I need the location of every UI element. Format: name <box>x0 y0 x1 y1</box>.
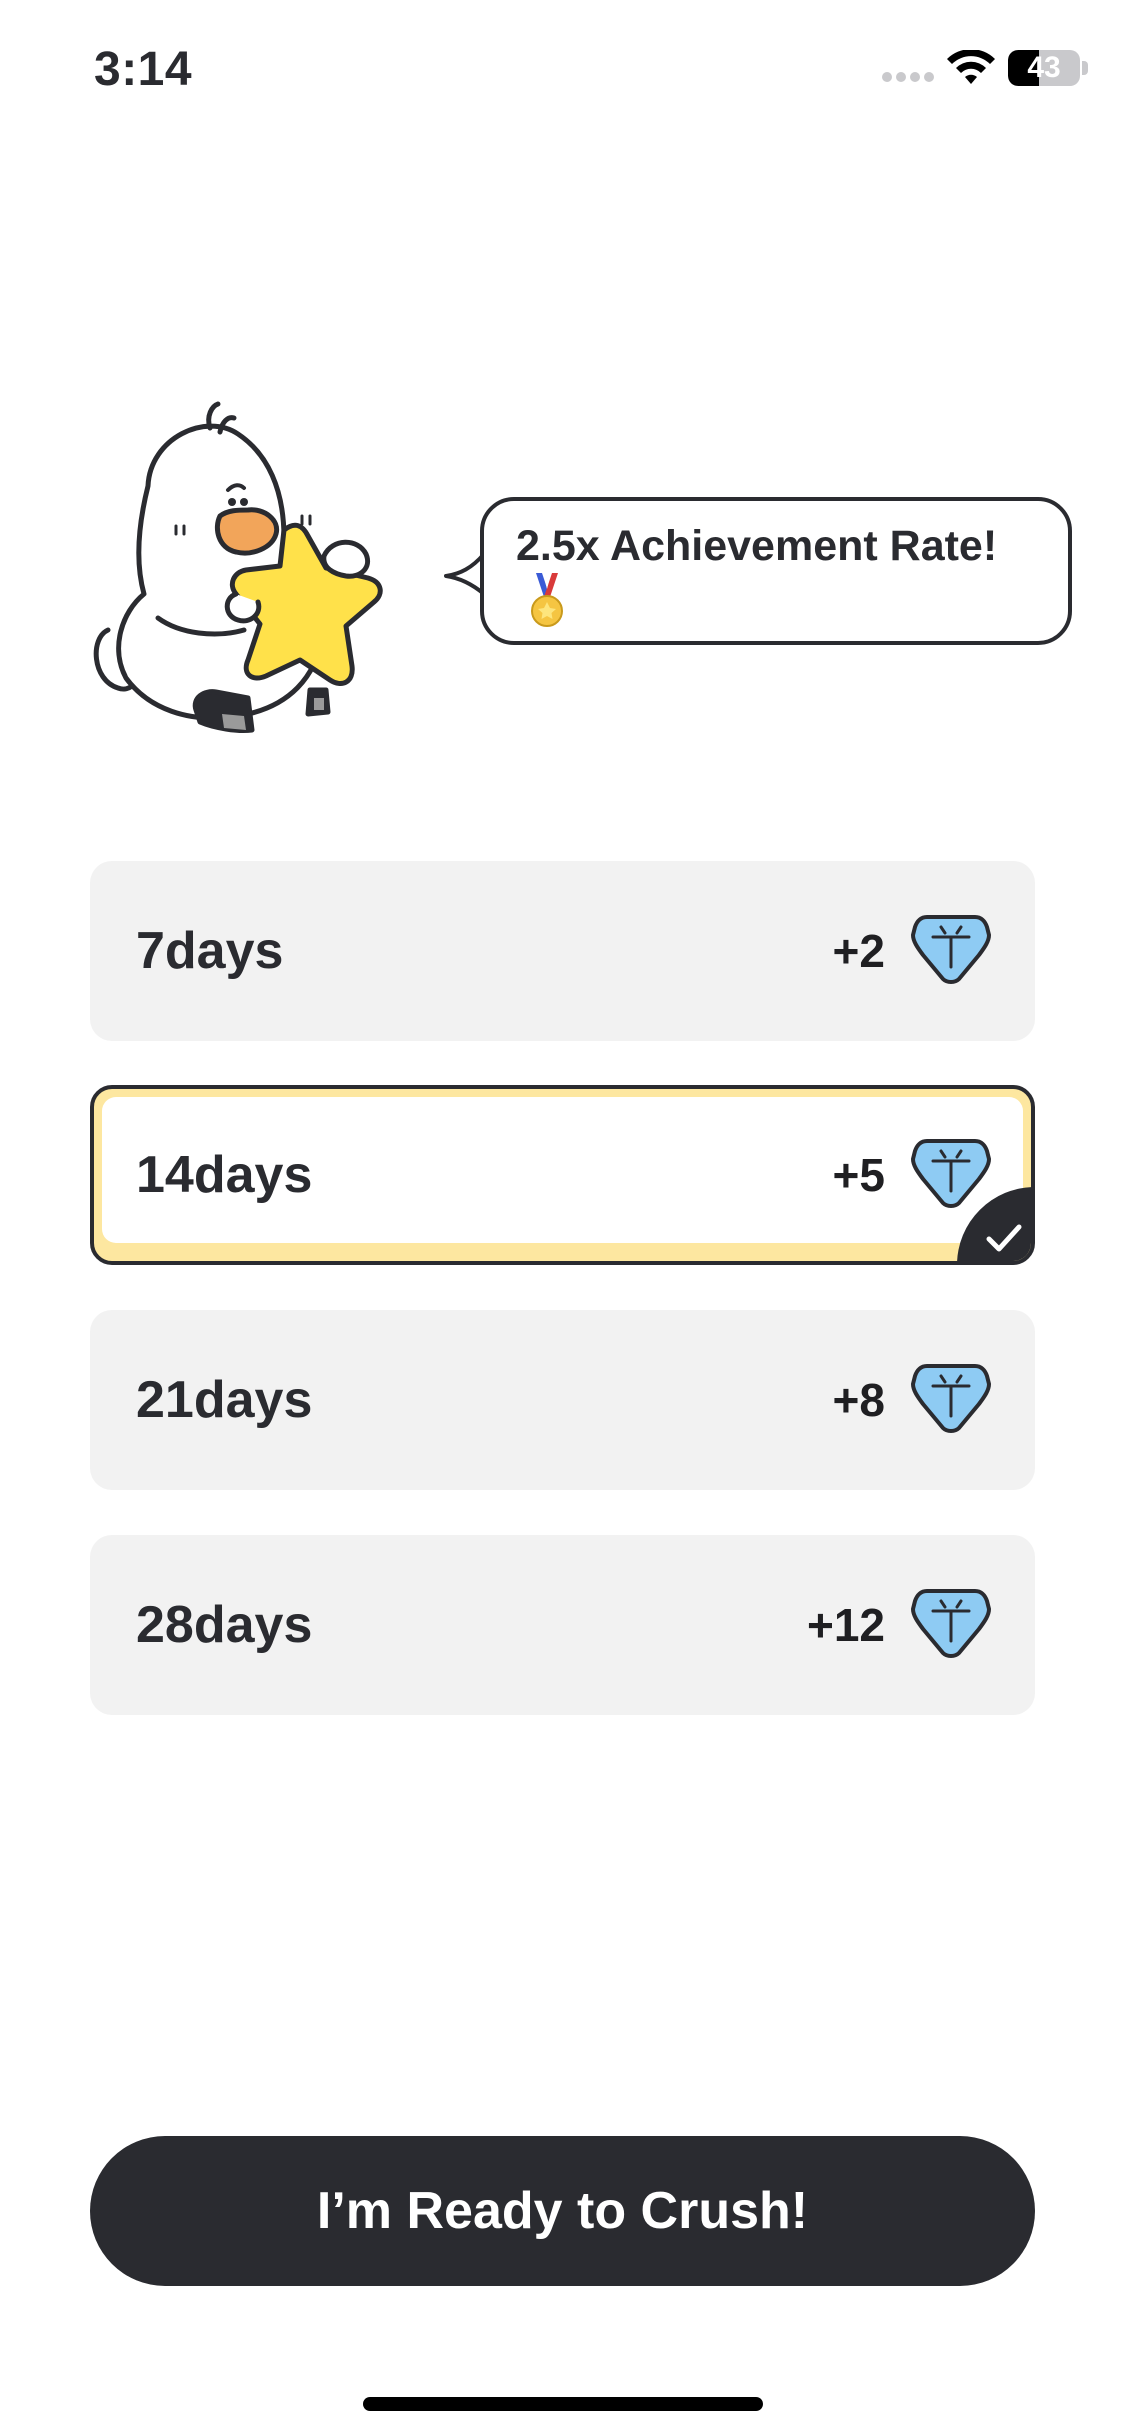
option-label: 14days <box>136 1146 313 1204</box>
option-7days[interactable]: 7days +2 <box>90 861 1035 1041</box>
option-reward: +5 <box>832 1149 885 1201</box>
cellular-signal-icon <box>882 72 934 82</box>
option-21days[interactable]: 21days +8 <box>90 1310 1035 1490</box>
status-time: 3:14 <box>94 43 193 96</box>
option-label: 28days <box>136 1596 313 1654</box>
achievement-rate-text: 2.5x Achievement Rate! <box>516 522 998 570</box>
gem-icon <box>911 915 991 984</box>
option-reward: +8 <box>832 1374 885 1426</box>
speech-bubble: 2.5x Achievement Rate! <box>480 497 1072 645</box>
option-14days[interactable]: 14days +5 <box>90 1085 1035 1265</box>
status-bar: 3:14 43 <box>0 0 1125 140</box>
battery-icon: 43 <box>1008 50 1080 86</box>
checkmark-icon <box>986 1224 1022 1252</box>
home-indicator[interactable] <box>363 2397 763 2411</box>
ready-button[interactable]: I’m Ready to Crush! <box>90 2136 1035 2286</box>
wifi-icon <box>947 50 995 84</box>
option-label: 21days <box>136 1371 313 1429</box>
option-label: 7days <box>136 922 284 980</box>
medal-icon <box>531 573 563 627</box>
battery-cap <box>1082 61 1088 75</box>
option-reward: +12 <box>806 1599 885 1651</box>
battery-percentage: 43 <box>1027 51 1061 84</box>
gem-icon <box>911 1139 991 1208</box>
gem-icon <box>911 1364 991 1433</box>
duck-holding-star-icon <box>93 401 383 733</box>
option-reward: +2 <box>832 925 885 977</box>
gem-icon <box>911 1589 991 1658</box>
option-28days[interactable]: 28days +12 <box>90 1535 1035 1715</box>
